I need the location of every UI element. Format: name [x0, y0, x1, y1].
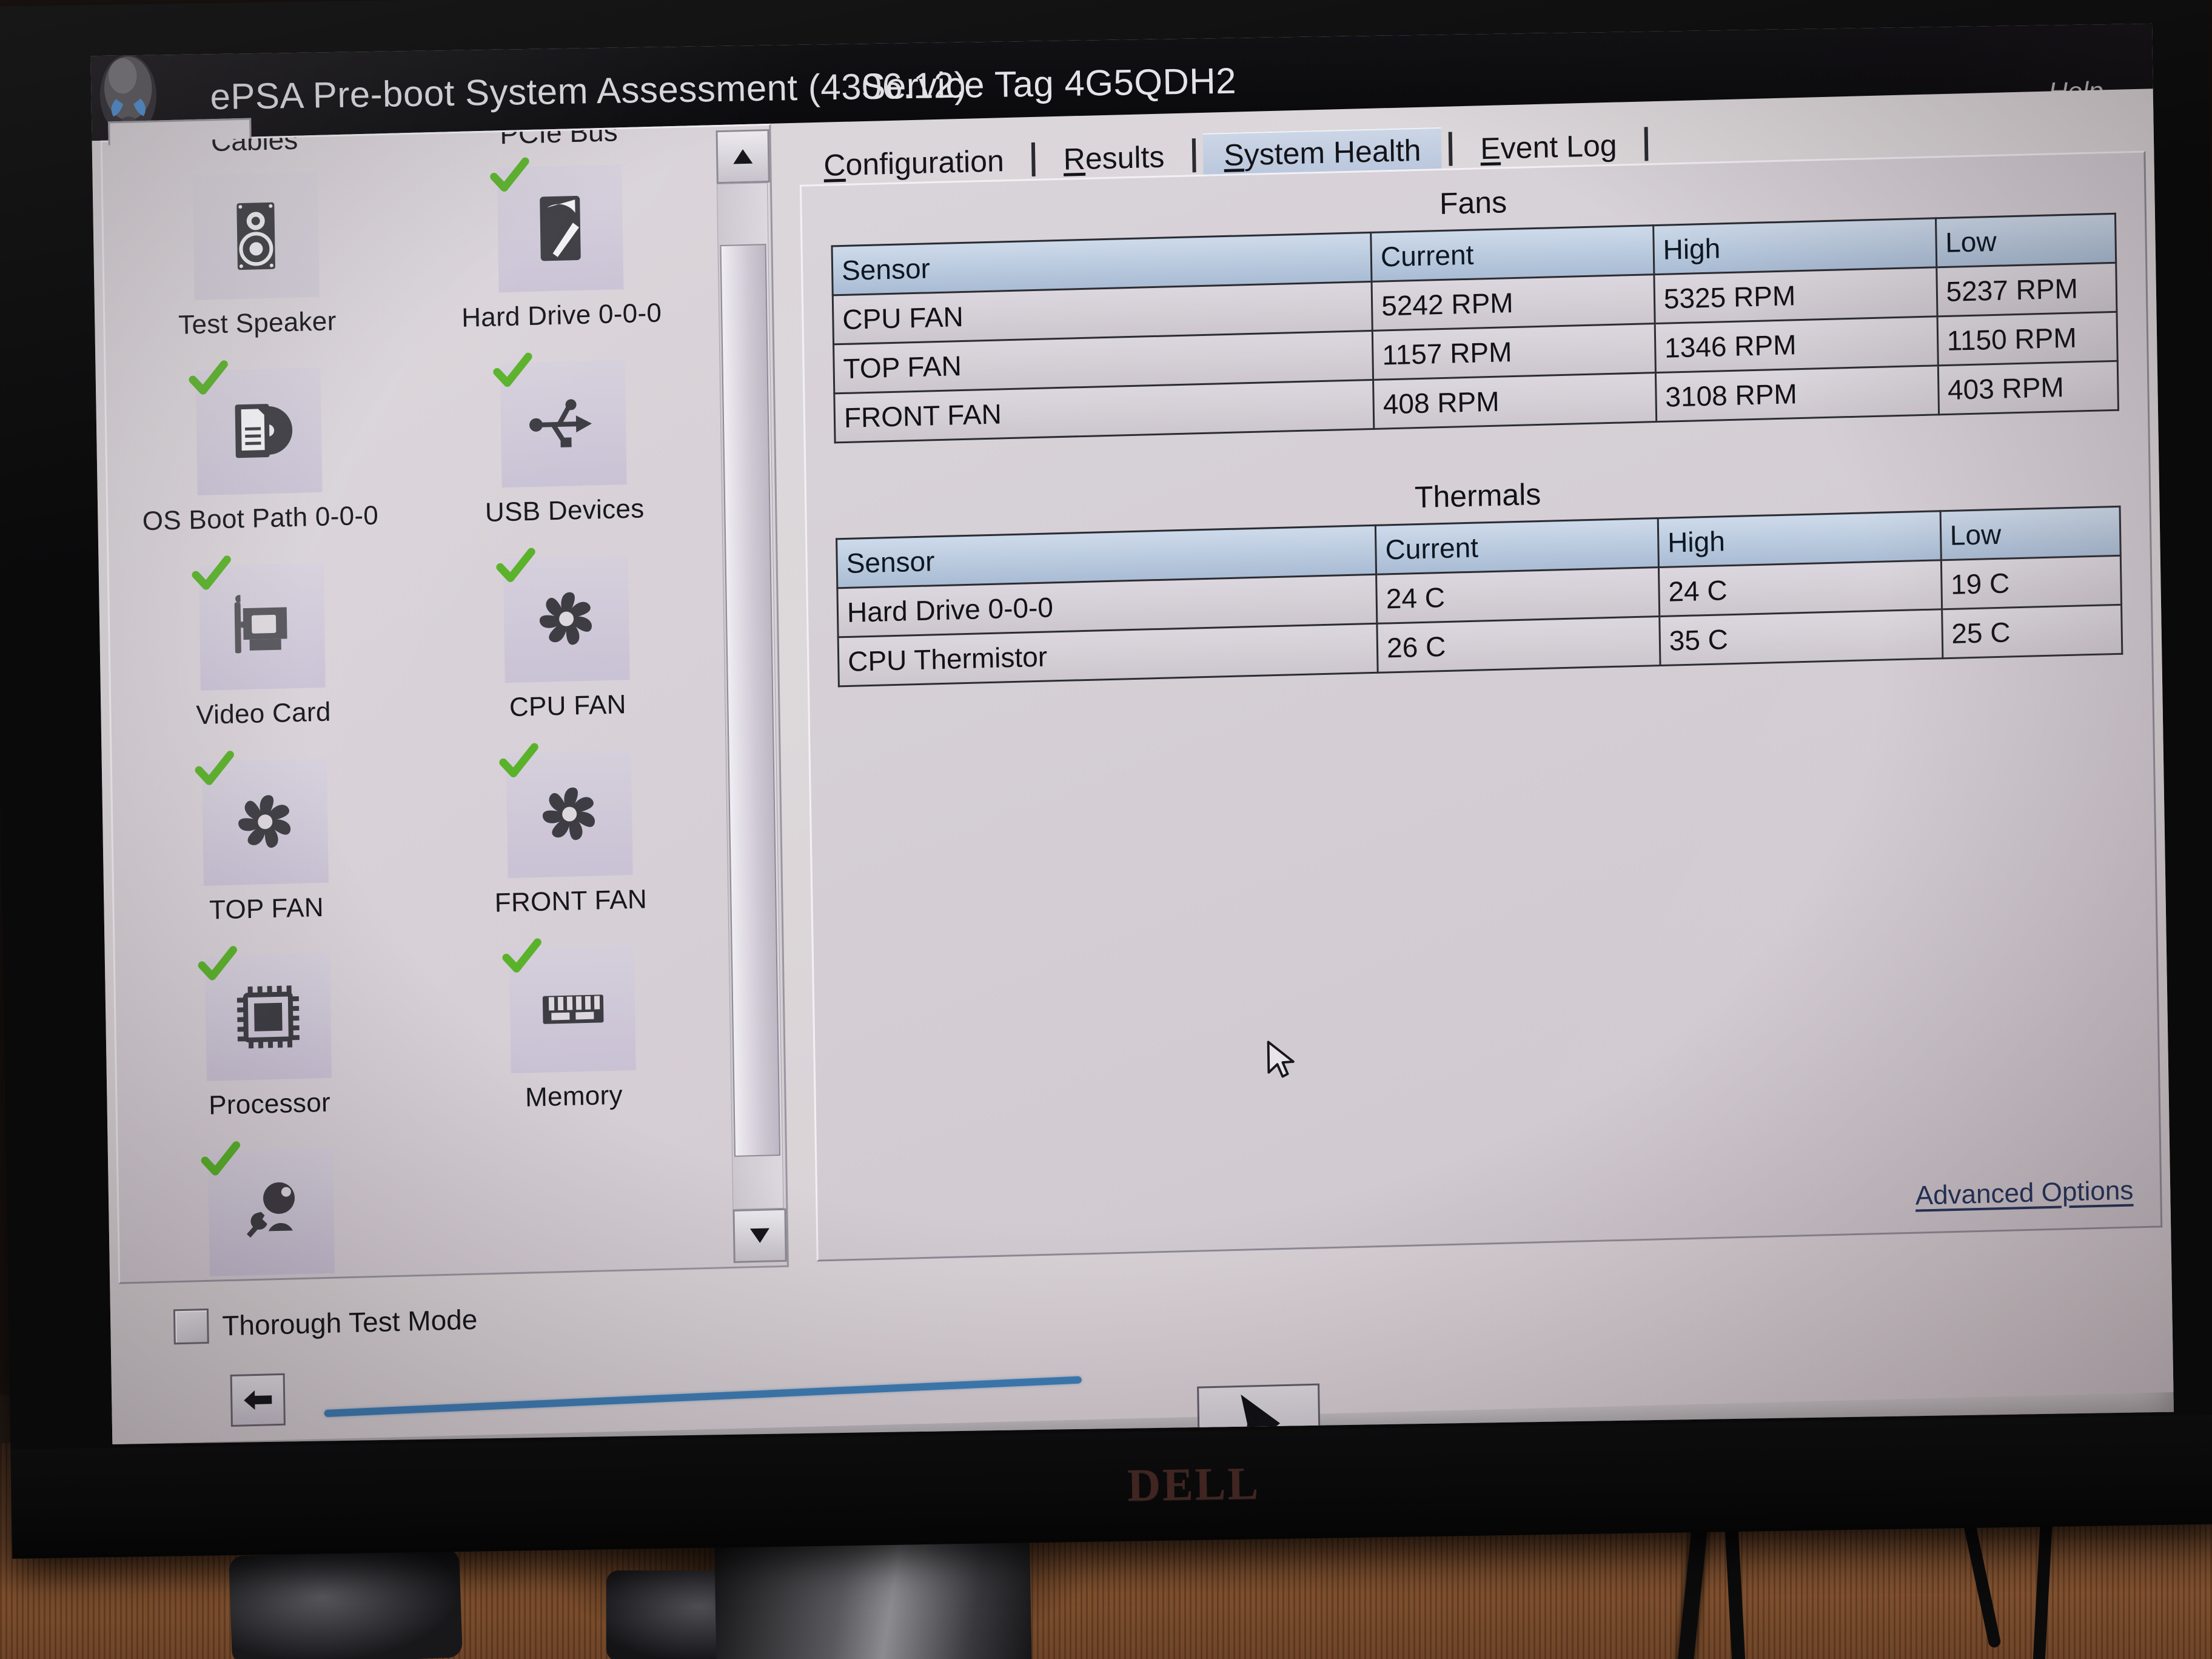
device-label: USB Devices — [484, 494, 645, 528]
device-tile[interactable]: OS Boot Path 0-0-0 — [106, 360, 414, 555]
fans-column-header: Low — [1936, 213, 2116, 267]
device-grid: Cables PCIe Bus Test Speaker Hard Drive 0… — [102, 127, 729, 1282]
fans-column-header: High — [1653, 218, 1937, 275]
photo-scene: DELL ePSA Pre-boot System Assessment (43… — [0, 0, 2212, 1659]
usb-icon — [529, 399, 592, 447]
thermals-cell: 24 C — [1658, 560, 1942, 617]
fans-cell: 5325 RPM — [1654, 267, 1937, 324]
device-label: CPU FAN — [509, 689, 627, 723]
device-tile[interactable]: Test Speaker — [103, 170, 411, 360]
thermals-column-header: High — [1658, 511, 1941, 568]
device-tile[interactable]: Processor — [115, 946, 423, 1141]
device-label: Hard Drive 0-0-0 — [461, 298, 662, 333]
page-title: ePSA Pre-boot System Assessment (4306.12… — [209, 64, 967, 118]
fan-icon — [539, 592, 592, 645]
advanced-options-link[interactable]: Advanced Options — [1915, 1176, 2133, 1212]
fans-column-header: Current — [1370, 225, 1654, 282]
back-button[interactable] — [230, 1373, 286, 1427]
device-icon-tile[interactable] — [201, 1141, 335, 1276]
device-label: OS Boot Path 0-0-0 — [142, 500, 379, 537]
device-label: Test Speaker — [178, 306, 337, 340]
thermals-cell: 26 C — [1377, 616, 1660, 673]
scrollbar-track[interactable] — [716, 183, 784, 1210]
test-progress-bar — [324, 1376, 1082, 1418]
device-tile[interactable]: FRONT FAN — [417, 743, 724, 937]
device-tile[interactable]: USB Devices — [410, 352, 717, 547]
device-icon-tile[interactable] — [195, 751, 329, 886]
thermals-cell: 19 C — [1940, 555, 2122, 609]
device-grid-viewport: Cables PCIe Bus Test Speaker Hard Drive 0… — [102, 127, 729, 1282]
device-label: FRONT FAN — [494, 884, 648, 918]
fans-cell: 403 RPM — [1937, 361, 2119, 415]
fan-icon — [542, 787, 595, 840]
fans-cell: 1157 RPM — [1372, 323, 1656, 380]
tools-wrench-icon — [246, 1182, 295, 1238]
device-icon-tile[interactable] — [198, 946, 332, 1081]
mouse-cursor — [1267, 1041, 1295, 1078]
device-tile[interactable]: Memory — [420, 938, 727, 1133]
video-card-icon — [234, 595, 287, 654]
device-tile[interactable]: TOP FAN — [112, 751, 420, 945]
device-label: TOP FAN — [209, 892, 324, 925]
os-boot-path-icon — [235, 404, 293, 458]
scroll-down-arrow-icon[interactable] — [732, 1208, 787, 1263]
tab-separator — [1191, 138, 1196, 173]
speaker-icon — [236, 202, 275, 270]
device-icon-tile[interactable] — [490, 157, 624, 293]
thermals-column-header: Low — [1940, 506, 2121, 560]
desk-speaker-left — [228, 1548, 463, 1659]
system-health-panel: Fans Sensor Current High Low CPU FAN 5242 RP… — [799, 150, 2163, 1262]
memory-module-icon — [542, 994, 604, 1024]
monitor-stand — [714, 1537, 1032, 1659]
service-tag: Service Tag 4G5QDH2 — [860, 60, 1237, 107]
device-list-panel: Cables PCIe Bus Test Speaker Hard Drive 0… — [100, 118, 789, 1284]
fans-cell: 408 RPM — [1373, 372, 1657, 429]
device-tile[interactable]: Hard Drive 0-0-0 — [407, 157, 714, 352]
device-label: Memory — [525, 1080, 623, 1113]
device-icon-tile[interactable] — [493, 352, 627, 488]
fans-cell: 3108 RPM — [1655, 365, 1939, 422]
device-tile[interactable]: CPU FAN — [414, 548, 721, 742]
device-icon-tile[interactable] — [192, 172, 320, 301]
screen-content: ePSA Pre-boot System Assessment (4306.12… — [90, 23, 2174, 1444]
tab-separator — [1031, 142, 1036, 177]
thermals-table: Sensor Current High Low Hard Drive 0-0-0 24 … — [836, 505, 2123, 688]
dell-monitor: DELL ePSA Pre-boot System Assessment (43… — [0, 0, 2212, 1559]
fans-table: Sensor Current High Low CPU FAN 5242 RPM 5325… — [831, 212, 2120, 444]
fans-cell: 5242 RPM — [1372, 274, 1655, 331]
device-label: Video Card — [195, 697, 332, 731]
fans-cell: 1346 RPM — [1655, 316, 1938, 373]
tab-separator — [1448, 132, 1453, 166]
device-icon-tile[interactable] — [189, 360, 323, 495]
device-group-label-1: PCIe Bus — [499, 127, 618, 150]
device-label: Processor — [208, 1087, 331, 1121]
fans-cell: 5237 RPM — [1936, 263, 2117, 317]
thermals-cell: 35 C — [1659, 609, 1943, 666]
thorough-test-mode-label: Thorough Test Mode — [221, 1303, 478, 1342]
thermals-cell: 24 C — [1376, 567, 1660, 624]
thorough-test-mode-checkbox[interactable] — [173, 1308, 209, 1345]
cpu-chip-icon — [236, 985, 300, 1049]
results-panel: Configuration Results System Health Event L… — [793, 100, 2163, 1263]
hard-drive-icon — [540, 196, 581, 261]
thermals-cell: 25 C — [1942, 605, 2122, 659]
device-tile[interactable] — [118, 1141, 426, 1282]
device-icon-tile[interactable] — [496, 548, 630, 683]
device-icon-tile[interactable] — [192, 555, 326, 691]
thermals-column-header: Current — [1375, 518, 1659, 575]
dell-brand-logo: DELL — [1127, 1457, 1261, 1511]
back-arrow-icon — [244, 1390, 272, 1410]
fan-icon — [238, 795, 291, 848]
device-icon-tile[interactable] — [499, 743, 633, 879]
tab-separator — [1644, 127, 1649, 161]
fans-cell: 1150 RPM — [1937, 312, 2118, 366]
thorough-test-mode-row[interactable]: Thorough Test Mode — [173, 1302, 478, 1345]
scrollbar-thumb[interactable] — [720, 244, 781, 1157]
scroll-up-arrow-icon[interactable] — [716, 129, 770, 184]
device-icon-tile[interactable] — [502, 938, 636, 1074]
app-body: Cables PCIe Bus Test Speaker Hard Drive 0… — [92, 89, 2174, 1444]
device-tile[interactable]: Video Card — [109, 555, 417, 750]
